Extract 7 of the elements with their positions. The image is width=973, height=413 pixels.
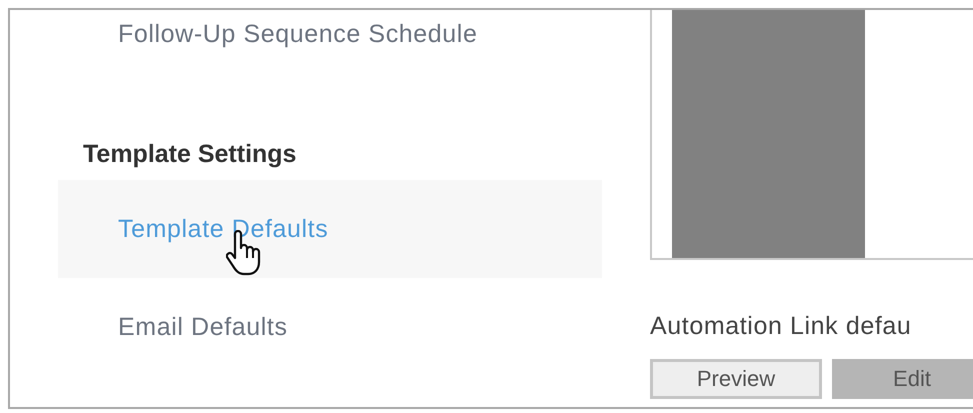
section-heading: Template Settings	[82, 140, 298, 168]
preview-button[interactable]: Preview	[650, 359, 822, 399]
sidebar-item[interactable]: Email Defaults	[58, 278, 602, 376]
section-label: Automation Link defau	[650, 312, 912, 341]
sidebar-item[interactable]: Template Defaults	[58, 180, 602, 278]
sidebar-item[interactable]: Follow-Up Sequence Schedule	[58, 10, 602, 60]
edit-button[interactable]: Edit	[832, 359, 973, 399]
